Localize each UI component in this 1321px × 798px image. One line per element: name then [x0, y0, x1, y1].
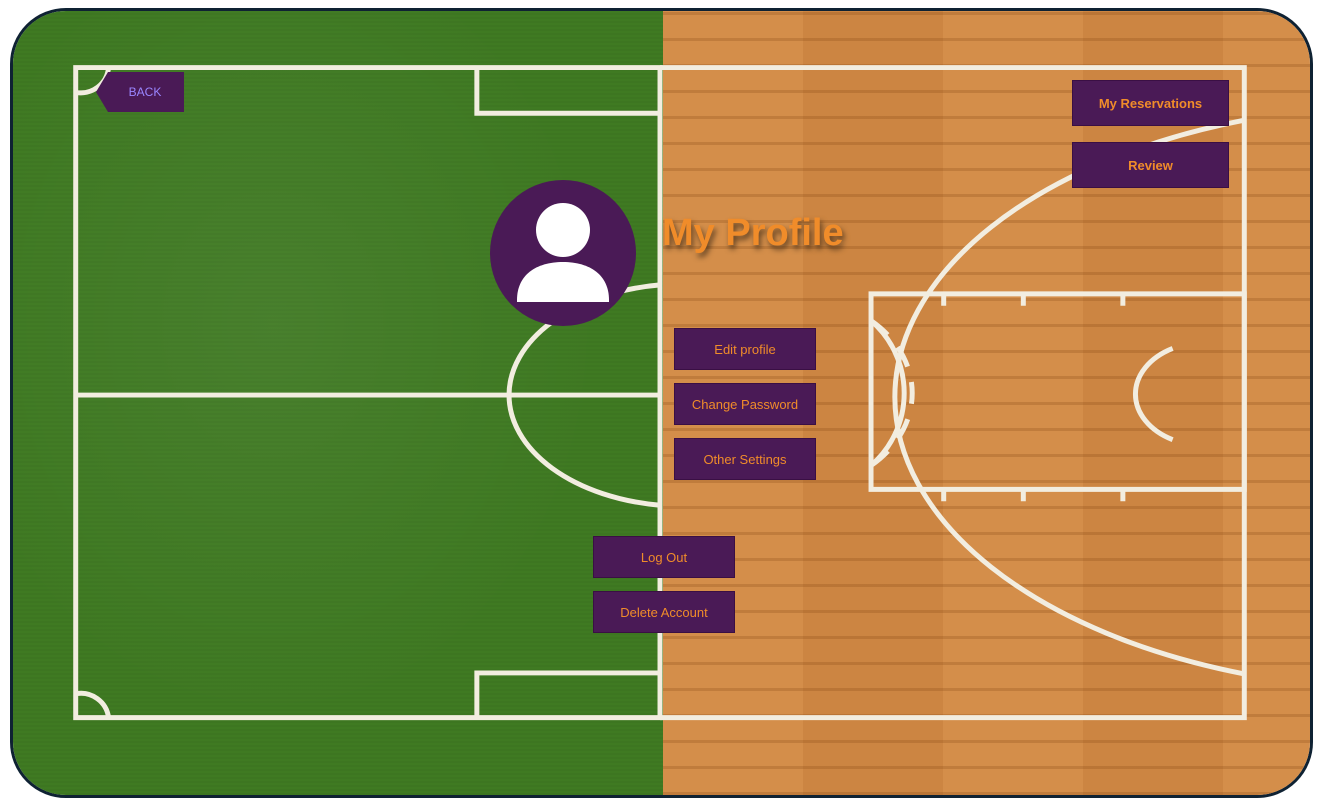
app-frame — [10, 8, 1313, 798]
log-out-button[interactable]: Log Out — [593, 536, 735, 578]
other-settings-button[interactable]: Other Settings — [674, 438, 816, 480]
avatar — [490, 180, 636, 326]
page-title: My Profile — [662, 212, 844, 254]
my-reservations-button[interactable]: My Reservations — [1072, 80, 1229, 126]
delete-account-button[interactable]: Delete Account — [593, 591, 735, 633]
change-password-button[interactable]: Change Password — [674, 383, 816, 425]
back-button[interactable]: BACK — [96, 72, 184, 112]
user-avatar-icon — [517, 203, 609, 302]
review-button[interactable]: Review — [1072, 142, 1229, 188]
edit-profile-button[interactable]: Edit profile — [674, 328, 816, 370]
court-lines — [73, 65, 1247, 721]
